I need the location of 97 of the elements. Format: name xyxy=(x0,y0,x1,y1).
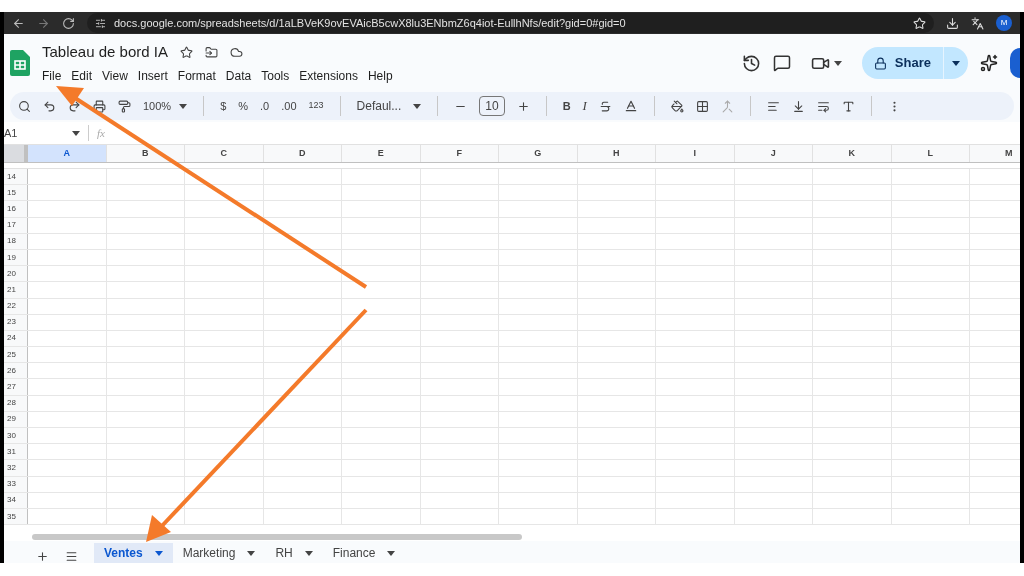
caret-icon xyxy=(833,60,842,66)
all-sheets-icon[interactable] xyxy=(65,550,78,563)
currency-button[interactable]: $ xyxy=(220,97,227,115)
caret-icon xyxy=(72,130,80,136)
menu-item[interactable]: Insert xyxy=(137,66,168,85)
comment-icon[interactable] xyxy=(772,54,791,72)
undo-icon[interactable] xyxy=(43,99,56,113)
back-icon[interactable] xyxy=(12,16,25,30)
share-button[interactable]: Share xyxy=(861,47,968,79)
row-header[interactable]: 30 xyxy=(4,428,28,444)
row-header[interactable]: 21 xyxy=(4,282,28,298)
column-header[interactable]: F xyxy=(420,145,499,162)
number-format-button[interactable]: 123 xyxy=(308,99,324,113)
zoom-select[interactable]: 100% xyxy=(143,97,188,115)
menu-item[interactable]: Data xyxy=(225,66,252,85)
forward-icon[interactable] xyxy=(37,16,50,30)
caret-icon xyxy=(304,550,313,556)
italic-button[interactable]: I xyxy=(582,96,587,116)
site-settings-icon[interactable] xyxy=(95,17,106,29)
column-header[interactable]: D xyxy=(263,145,342,162)
document-title[interactable]: Tableau de bord IA xyxy=(42,41,168,64)
caret-icon xyxy=(154,550,163,556)
row-header[interactable]: 27 xyxy=(4,379,28,395)
font-select[interactable]: Defaul... xyxy=(356,97,422,115)
menu-item[interactable]: Edit xyxy=(71,66,93,85)
caret-icon xyxy=(387,550,396,556)
cloud-icon[interactable] xyxy=(229,46,243,59)
column-header[interactable]: K xyxy=(813,145,892,162)
menu-item[interactable]: Extensions xyxy=(299,66,358,85)
row-header[interactable]: 31 xyxy=(4,444,28,460)
paint-format-icon[interactable] xyxy=(118,99,131,113)
lock-icon xyxy=(873,56,887,70)
caret-icon xyxy=(413,103,422,109)
print-icon[interactable] xyxy=(93,99,106,113)
caret-icon xyxy=(179,103,188,109)
row-header[interactable]: 26 xyxy=(4,363,28,379)
name-box[interactable]: A1 xyxy=(4,124,64,142)
fill-color-icon[interactable] xyxy=(670,99,684,113)
column-header[interactable]: L xyxy=(891,145,970,162)
text-rotation-icon[interactable] xyxy=(841,99,855,113)
address-bar[interactable]: docs.google.com/spreadsheets/d/1aLBVeK9ovEVAicB5cwX8lu3ENbmZ6q4iot-EullhNfs/edit?gid=0#gid=0 xyxy=(87,13,934,33)
text-color-icon[interactable] xyxy=(623,99,638,113)
column-header[interactable]: I xyxy=(656,145,735,162)
column-header[interactable]: G xyxy=(499,145,578,162)
redo-icon[interactable] xyxy=(68,99,81,113)
download-icon[interactable] xyxy=(946,16,959,30)
column-header[interactable]: J xyxy=(734,145,813,162)
sheets-logo-icon[interactable] xyxy=(10,50,30,76)
increase-decimals-button[interactable]: .00 xyxy=(281,97,297,115)
align-left-icon[interactable] xyxy=(766,99,780,113)
menu-item[interactable]: Help xyxy=(367,66,393,85)
row-header[interactable]: 15 xyxy=(4,185,28,201)
column-header[interactable]: H xyxy=(577,145,656,162)
decrease-decimals-button[interactable]: .0 xyxy=(260,97,270,115)
sparkle-icon[interactable] xyxy=(980,54,998,72)
strikethrough-icon[interactable] xyxy=(598,99,612,113)
url-text: docs.google.com/spreadsheets/d/1aLBVeK9ovEVAicB5cwX8lu3ENbmZ6q4iot-EullhNfs/edit?gid=0#gid=0 xyxy=(114,15,626,31)
row-header[interactable]: 32 xyxy=(4,460,28,476)
reload-icon[interactable] xyxy=(62,16,75,30)
menu-item[interactable]: File xyxy=(42,66,62,85)
caret-icon xyxy=(952,60,960,66)
caret-icon xyxy=(247,550,256,556)
add-sheet-icon[interactable] xyxy=(36,550,49,563)
history-icon[interactable] xyxy=(741,53,761,73)
bold-button[interactable]: B xyxy=(562,97,571,115)
menu-item[interactable]: View xyxy=(102,66,128,85)
borders-icon[interactable] xyxy=(695,99,709,113)
vertical-align-icon[interactable] xyxy=(791,99,805,113)
plus-icon[interactable] xyxy=(516,99,530,113)
row-header[interactable]: 14 xyxy=(4,169,28,185)
row-header[interactable]: 16 xyxy=(4,201,28,217)
search-icon[interactable] xyxy=(18,99,31,113)
menu-item[interactable]: Tools xyxy=(261,66,290,85)
sheet-tab[interactable]: Marketing xyxy=(172,543,266,563)
sheet-tab[interactable]: Finance xyxy=(322,543,406,563)
font-size-field[interactable]: 10 xyxy=(479,96,505,116)
row-header[interactable]: 25 xyxy=(4,347,28,363)
column-header[interactable]: C xyxy=(185,145,264,162)
column-header[interactable]: B xyxy=(106,145,185,162)
bookmark-icon[interactable] xyxy=(913,16,926,30)
text-wrap-icon[interactable] xyxy=(816,99,830,113)
column-header[interactable]: E xyxy=(342,145,421,162)
scrollbar[interactable] xyxy=(32,534,522,540)
account-avatar[interactable] xyxy=(1010,48,1020,78)
move-folder-icon[interactable] xyxy=(204,46,218,59)
menu-item[interactable]: Format xyxy=(177,66,216,85)
row-header[interactable]: 20 xyxy=(4,266,28,282)
merge-cells-icon[interactable] xyxy=(720,99,734,113)
sheet-tab[interactable]: RH xyxy=(265,543,323,563)
fx-label: fx xyxy=(97,125,105,141)
column-header[interactable]: M xyxy=(970,145,1020,162)
sheet-tab[interactable]: Ventes xyxy=(94,543,173,563)
profile-avatar[interactable]: M xyxy=(996,15,1012,31)
star-icon[interactable] xyxy=(179,46,193,59)
column-header[interactable]: A xyxy=(28,145,107,162)
percent-button[interactable]: % xyxy=(238,97,249,115)
translate-icon[interactable] xyxy=(971,16,984,30)
